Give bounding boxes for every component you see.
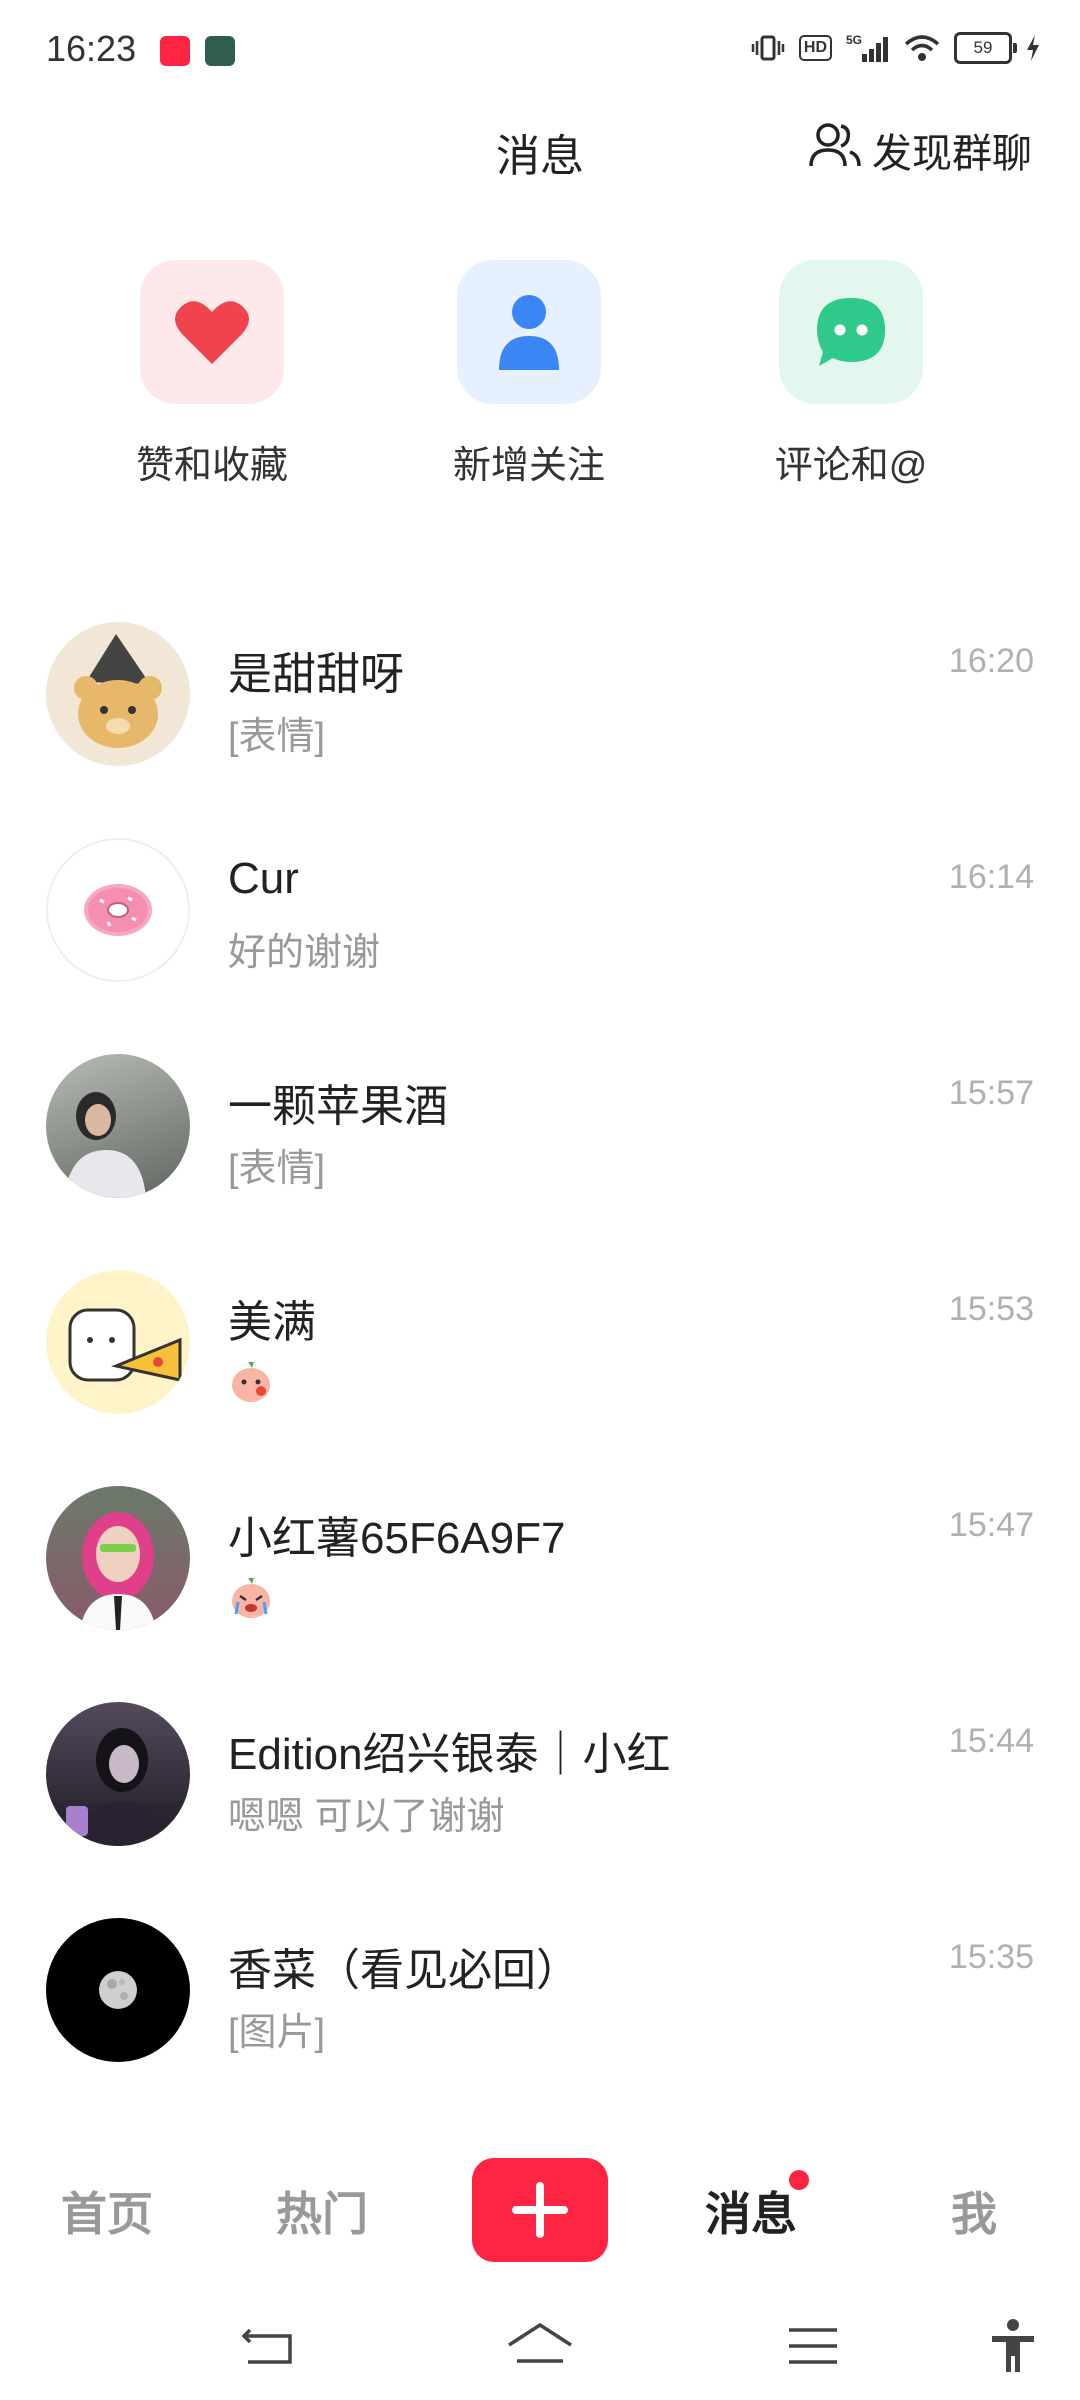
comments-icon-box <box>779 260 923 404</box>
conversation-item[interactable]: 小红薯65F6A9F7 15:47 <box>0 1464 1080 1680</box>
unread-dot <box>789 2170 809 2190</box>
status-icons: HD 5G 59 <box>751 32 1040 64</box>
notification-app-icon <box>205 36 235 66</box>
avatar <box>46 1270 190 1414</box>
heart-icon <box>175 301 249 364</box>
tab-messages-label: 消息 <box>705 2188 797 2240</box>
likes-and-favorites-button[interactable]: 赞和收藏 <box>97 260 327 489</box>
menu-icon <box>789 2328 837 2364</box>
person-icon <box>499 295 559 370</box>
tab-me[interactable]: 我 <box>951 2178 997 2244</box>
avatar <box>46 1918 190 2062</box>
conversation-item[interactable]: 美满 15:53 <box>0 1248 1080 1464</box>
vibrate-icon <box>751 35 785 61</box>
tab-messages[interactable]: 消息 <box>705 2170 809 2244</box>
conversation-preview: [表情] <box>228 716 326 758</box>
home-icon <box>508 2322 572 2363</box>
new-followers-button[interactable]: 新增关注 <box>414 260 644 489</box>
recents-button[interactable] <box>778 2316 848 2376</box>
discover-group-chat-button[interactable]: 发现群聊 <box>808 120 1032 180</box>
status-time: 16:23 <box>46 28 137 69</box>
conversation-name: 小红薯65F6A9F7 <box>228 1514 566 1563</box>
chat-bubble-icon <box>817 298 885 366</box>
conversation-time: 15:47 <box>948 1506 1034 1544</box>
system-navigation-bar <box>0 2290 1080 2400</box>
conversation-time: 15:35 <box>948 1938 1034 1976</box>
plus-icon <box>512 2182 568 2238</box>
back-icon <box>241 2328 292 2364</box>
conversation-name: 是甜甜呀 <box>228 650 404 699</box>
signal-icon: 5G <box>846 33 890 63</box>
conversation-item[interactable]: 一颗苹果酒 [表情] 15:57 <box>0 1032 1080 1248</box>
conversation-item[interactable]: Cur 好的谢谢 16:14 <box>0 816 1080 1032</box>
new-followers-label: 新增关注 <box>452 445 605 487</box>
emoji-crying-icon <box>228 1574 274 1625</box>
avatar <box>46 622 190 766</box>
conversation-time: 15:57 <box>948 1074 1034 1112</box>
likes-and-favorites-label: 赞和收藏 <box>135 445 288 487</box>
tab-home[interactable]: 首页 <box>61 2178 153 2244</box>
status-bar: 16:23 HD 5G 59 <box>0 0 1080 100</box>
back-button[interactable] <box>233 2316 303 2376</box>
bottom-tab-bar: 首页 热门 消息 我 <box>0 2150 1080 2265</box>
avatar <box>46 1702 190 1846</box>
conversation-name: 一颗苹果酒 <box>228 1082 448 1131</box>
battery-icon: 59 <box>954 32 1017 64</box>
followers-icon-box <box>457 260 601 404</box>
comments-and-mentions-button[interactable]: 评论和@ <box>736 260 966 489</box>
avatar <box>46 838 190 982</box>
conversation-preview: [图片] <box>228 2012 326 2054</box>
avatar <box>46 1054 190 1198</box>
tab-hot[interactable]: 热门 <box>276 2178 368 2244</box>
hd-icon: HD <box>798 35 832 61</box>
wifi-icon <box>904 34 940 62</box>
conversation-item[interactable]: Edition绍兴银泰｜小红 嗯嗯 可以了谢谢 15:44 <box>0 1680 1080 1896</box>
conversation-name: 香菜（看见必回） <box>228 1946 580 1995</box>
people-icon <box>808 120 862 180</box>
conversation-name: Edition绍兴银泰｜小红 <box>228 1730 671 1779</box>
conversation-item[interactable]: 香菜（看见必回） [图片] 15:35 <box>0 1896 1080 2112</box>
conversation-item[interactable]: 是甜甜呀 [表情] 16:20 <box>0 600 1080 816</box>
header: 消息 发现群聊 <box>0 100 1080 200</box>
likes-icon-box <box>140 260 284 404</box>
avatar <box>46 1486 190 1630</box>
charging-icon <box>1026 35 1040 61</box>
conversation-time: 15:53 <box>948 1290 1034 1328</box>
emoji-sticker-icon <box>228 1358 274 1409</box>
comments-and-mentions-label: 评论和@ <box>774 445 928 487</box>
conversation-time: 16:14 <box>948 858 1034 896</box>
conversation-preview: 好的谢谢 <box>228 932 381 974</box>
discover-group-chat-label: 发现群聊 <box>872 132 1032 176</box>
publish-button[interactable] <box>472 2158 608 2262</box>
quick-actions: 赞和收藏 新增关注 评论和@ <box>0 260 1080 510</box>
home-button[interactable] <box>505 2316 575 2376</box>
conversation-preview: [表情] <box>228 1148 326 1190</box>
accessibility-icon <box>992 2319 1034 2372</box>
svg-text:5G: 5G <box>846 33 862 47</box>
accessibility-button[interactable] <box>978 2316 1048 2376</box>
notification-app-icon <box>160 36 190 66</box>
conversation-preview: 嗯嗯 可以了谢谢 <box>228 1796 505 1838</box>
message-list: 是甜甜呀 [表情] 16:20 Cur 好的谢谢 16:14 一颗苹果酒 [表情… <box>0 600 1080 2112</box>
conversation-name: 美满 <box>228 1298 316 1347</box>
conversation-time: 16:20 <box>948 642 1034 680</box>
conversation-time: 15:44 <box>948 1722 1034 1760</box>
conversation-name: Cur <box>228 854 299 903</box>
